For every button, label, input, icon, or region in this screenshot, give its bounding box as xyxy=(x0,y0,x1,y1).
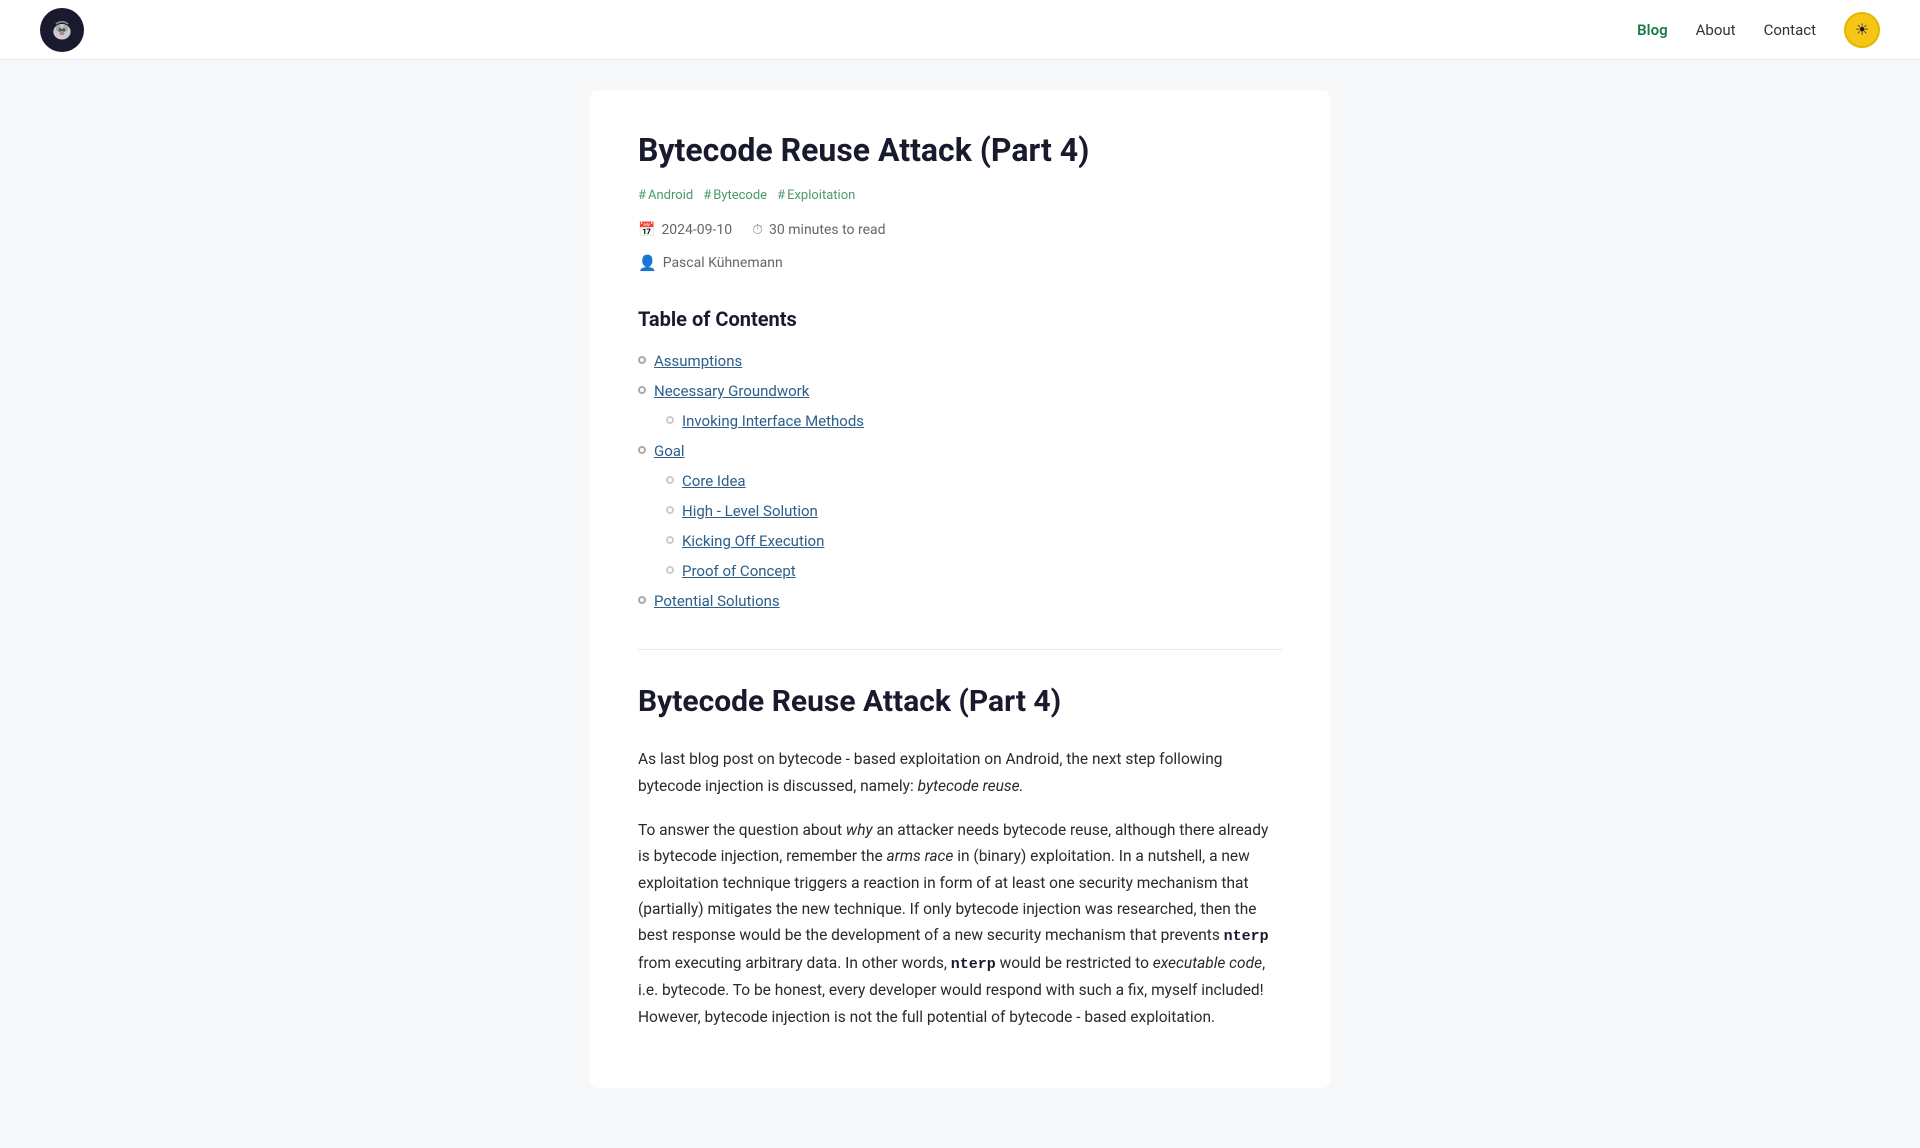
toc-item-core-idea: Core Idea xyxy=(638,469,1282,493)
section-divider xyxy=(638,649,1282,650)
toc-bullet xyxy=(666,476,674,484)
article-author: Pascal Kühnemann xyxy=(663,252,783,274)
toc-bullet xyxy=(666,566,674,574)
toc-link-kicking-off[interactable]: Kicking Off Execution xyxy=(682,529,824,553)
toc-list: Assumptions Necessary Groundwork Invokin… xyxy=(638,349,1282,613)
toc-bullet xyxy=(666,416,674,424)
calendar-icon: 📅 xyxy=(638,219,655,241)
readtime-meta: ⏱ 30 minutes to read xyxy=(752,219,885,241)
nav-links: Blog About Contact ☀ xyxy=(1637,12,1880,48)
article-read-time: 30 minutes to read xyxy=(769,219,886,241)
toc-item-goal: Goal xyxy=(638,439,1282,463)
article-body-title: Bytecode Reuse Attack (Part 4) xyxy=(638,678,1282,726)
toc-item-high-level: High - Level Solution xyxy=(638,499,1282,523)
toc-bullet xyxy=(638,386,646,394)
article-title: Bytecode Reuse Attack (Part 4) xyxy=(638,130,1282,170)
toc-item-kicking-off: Kicking Off Execution xyxy=(638,529,1282,553)
logo[interactable] xyxy=(40,8,84,52)
toc-item-invoking: Invoking Interface Methods xyxy=(638,409,1282,433)
nterp-code-2: nterp xyxy=(951,956,996,973)
toc-bullet xyxy=(638,446,646,454)
toc-item-groundwork: Necessary Groundwork xyxy=(638,379,1282,403)
author-row: 👤 Pascal Kühnemann xyxy=(638,251,1282,275)
clock-icon: ⏱ xyxy=(752,219,763,241)
article-paragraph-1: As last blog post on bytecode - based ex… xyxy=(638,746,1282,799)
nav-contact-link[interactable]: Contact xyxy=(1764,18,1816,42)
toc-link-proof[interactable]: Proof of Concept xyxy=(682,559,796,583)
article-container: Bytecode Reuse Attack (Part 4) Android B… xyxy=(590,90,1330,1088)
toc-item-potential-solutions: Potential Solutions xyxy=(638,589,1282,613)
toc-item-proof: Proof of Concept xyxy=(638,559,1282,583)
toc-link-core-idea[interactable]: Core Idea xyxy=(682,469,746,493)
tag-bytecode: Bytecode xyxy=(703,186,767,207)
nav-logo-area[interactable] xyxy=(40,8,84,52)
why-em: why xyxy=(846,821,873,839)
tags-row: Android Bytecode Exploitation xyxy=(638,186,1282,207)
toc-link-high-level[interactable]: High - Level Solution xyxy=(682,499,818,523)
toc-link-invoking[interactable]: Invoking Interface Methods xyxy=(682,409,864,433)
nav-about-link[interactable]: About xyxy=(1696,18,1736,42)
toc-bullet xyxy=(638,596,646,604)
author-icon: 👤 xyxy=(638,251,657,275)
toc-link-groundwork[interactable]: Necessary Groundwork xyxy=(654,379,809,403)
nav-blog-link[interactable]: Blog xyxy=(1637,18,1667,42)
theme-toggle-button[interactable]: ☀ xyxy=(1844,12,1880,48)
toc-bullet xyxy=(666,506,674,514)
tag-exploitation: Exploitation xyxy=(777,186,855,207)
toc-bullet xyxy=(638,356,646,364)
article-paragraph-2: To answer the question about why an atta… xyxy=(638,817,1282,1030)
toc-link-potential-solutions[interactable]: Potential Solutions xyxy=(654,589,780,613)
toc-link-assumptions[interactable]: Assumptions xyxy=(654,349,742,373)
navbar: Blog About Contact ☀ xyxy=(0,0,1920,60)
arms-race-em: arms race xyxy=(887,847,954,865)
article-meta: 📅 2024-09-10 ⏱ 30 minutes to read xyxy=(638,219,1282,241)
toc-heading: Table of Contents xyxy=(638,303,1282,335)
article-date: 2024-09-10 xyxy=(661,219,732,241)
date-meta: 📅 2024-09-10 xyxy=(638,219,732,241)
toc-link-goal[interactable]: Goal xyxy=(654,439,685,463)
page-wrapper: Bytecode Reuse Attack (Part 4) Android B… xyxy=(570,0,1350,1148)
bytecode-reuse-em: bytecode reuse. xyxy=(918,777,1024,795)
tag-android: Android xyxy=(638,186,693,207)
toc-bullet xyxy=(666,536,674,544)
toc-item-assumptions: Assumptions xyxy=(638,349,1282,373)
nterp-code-1: nterp xyxy=(1224,928,1269,945)
executable-code-em: executable code xyxy=(1153,954,1262,972)
